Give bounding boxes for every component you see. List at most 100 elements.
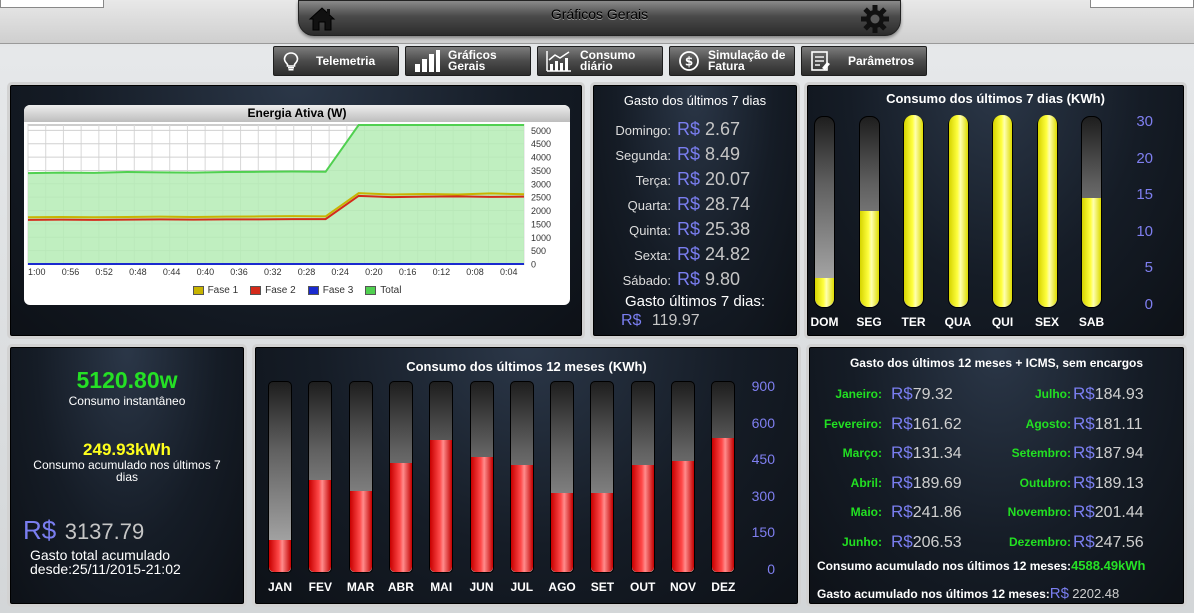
weekly-cost-day: Quarta: [627, 198, 671, 213]
weekly-consumption-category: QUI [991, 315, 1014, 329]
dollar-icon: $ [679, 51, 699, 71]
energy-chart-title: Energia Ativa (W) [24, 105, 570, 122]
weekly-consumption-bar-fill [815, 278, 834, 307]
weekly-cost-total: R$ 119.97 [621, 312, 700, 330]
monthly-consumption-category: NOV [669, 580, 696, 594]
monthly-consumption-category: JUN [469, 580, 494, 594]
monthly-consumption-bar-fill [269, 540, 291, 572]
monthly-consumption-bar [308, 381, 333, 573]
monthly-cost-month: Dezembro: [1008, 534, 1071, 549]
currency-symbol: R$ [1073, 472, 1095, 492]
currency-symbol: R$ [1073, 502, 1095, 521]
x-tick-label: 0:56 [62, 267, 80, 277]
monthly-cost-panel: Gasto dos últimos 12 meses + ICMS, sem e… [806, 344, 1187, 607]
weekly-cost-day: Quinta: [629, 223, 671, 238]
weekly-consumption-category: SEX [1034, 315, 1059, 329]
total-cost: R$ 3137.79 [23, 515, 144, 546]
nav-simulacao-button[interactable]: $ Simulação de Fatura [669, 46, 795, 76]
y-tick-label: 3000 [531, 179, 551, 189]
monthly-cost-value: R$189.13 [1073, 473, 1144, 493]
currency-symbol: R$ [1073, 531, 1095, 551]
monthly-consumption-axis-label: 450 [751, 451, 775, 467]
currency-symbol: R$ [677, 244, 701, 264]
monthly-consumption-bar-fill [430, 439, 453, 572]
legend-item-fase3[interactable]: Fase 3 [307, 285, 354, 296]
monthly-cost-amount: 181.11 [1094, 415, 1143, 433]
monthly-consumption-bar-fill [309, 480, 332, 572]
monthly-cost-amount: 247.56 [1094, 533, 1144, 551]
y-tick-label: 5000 [531, 126, 551, 136]
monthly-consumption-category: ABR [387, 580, 414, 594]
weekly-consumption-category: SAB [1078, 315, 1105, 329]
corner-box-right [1090, 0, 1194, 8]
x-tick-label: 0:52 [95, 267, 113, 277]
monthly-consumption-bar [429, 381, 454, 573]
currency-symbol: R$ [677, 219, 701, 239]
legend-label: Fase 3 [322, 285, 354, 296]
weekly-consumption-bar-fill [948, 115, 968, 307]
weekly-cost-amount: 20.07 [705, 169, 751, 189]
nav-telemetria-button[interactable]: Telemetria [273, 46, 399, 76]
weekly-consumption-axis-label: 0 [1144, 295, 1153, 313]
x-tick-label: 0:28 [298, 267, 316, 277]
x-tick-label: 0:48 [129, 267, 147, 277]
accum-consumption-value: 249.93kWh [83, 440, 171, 459]
weekly-consumption-bar [814, 116, 835, 308]
corner-box-left [0, 0, 104, 8]
monthly-consumption-category: MAI [430, 580, 453, 594]
weekly-consumption-bar-fill [859, 211, 879, 307]
legend-item-fase1[interactable]: Fase 1 [192, 285, 238, 296]
monthly-consumption-total-label: Consumo acumulado nos últimos 12 meses: [817, 559, 1072, 573]
monthly-consumption-bar [388, 381, 413, 573]
nav-consumo-button[interactable]: Consumo diário [537, 46, 663, 76]
checklist-icon [811, 51, 830, 71]
weekly-cost-value: R$ 8.49 [677, 144, 740, 165]
monthly-consumption-panel: Consumo dos últimos 12 meses (KWh) JAN FE… [252, 344, 801, 607]
weekly-cost-row: Sexta: R$ 24.82 [593, 244, 783, 268]
currency-symbol: R$ [677, 194, 701, 214]
currency-symbol: R$ [1073, 443, 1095, 462]
x-tick-label: 0:44 [163, 267, 181, 277]
monthly-consumption-bar [671, 381, 695, 573]
y-tick-label: 1000 [531, 233, 551, 243]
currency-symbol: R$ [1073, 384, 1095, 403]
y-tick-label: 0 [531, 260, 536, 270]
monthly-consumption-category: DEZ [711, 580, 736, 594]
legend-item-total[interactable]: Total [365, 285, 401, 296]
currency-symbol: R$ [621, 312, 642, 329]
x-tick-label: 1:00 [28, 267, 46, 277]
monthly-consumption-category: AGO [548, 580, 576, 594]
x-tick-label: 0:12 [433, 267, 451, 277]
weekly-consumption-axis-label: 20 [1136, 149, 1153, 167]
monthly-consumption-axis-label: 600 [751, 414, 775, 431]
weekly-cost-day: Sábado: [622, 273, 671, 288]
weekly-cost-panel: Gasto dos últimos 7 dias Domingo: R$ 2.67… [590, 82, 800, 339]
monthly-cost-total: Gasto acumulado nos últimos 12 meses:R$ … [817, 585, 1119, 602]
monthly-consumption-category: JAN [267, 580, 292, 594]
monthly-cost-month: Setembro: [1011, 446, 1071, 460]
monthly-consumption-total-value: 4588.49kWh [1071, 558, 1146, 573]
legend-item-fase2[interactable]: Fase 2 [250, 285, 296, 296]
weekly-consumption-category: DOM [810, 315, 839, 329]
monthly-cost-amount: 187.94 [1094, 445, 1144, 462]
energy-chart-plot: 0 500 1000 1500 2000 2500 3000 3500 4000 4500 5000… [27, 124, 551, 277]
monthly-consumption-total: Consumo acumulado nos últimos 12 meses:4… [817, 558, 1146, 573]
monthly-cost-amount: 201.44 [1094, 504, 1144, 521]
monthly-consumption-bar [711, 381, 736, 573]
total-cost-value: 3137.79 [64, 519, 145, 544]
nav-graficos-button[interactable]: Gráficos Gerais [405, 46, 531, 76]
weekly-consumption-bar [1081, 116, 1102, 308]
x-tick-label: 0:20 [365, 267, 383, 277]
gear-icon[interactable] [860, 4, 890, 34]
weekly-cost-amount: 8.49 [705, 144, 741, 164]
weekly-cost-row: Sábado: R$ 9.80 [593, 269, 783, 293]
monthly-consumption-bar [348, 381, 373, 573]
nav-label: Telemetria [316, 53, 376, 68]
monthly-consumption-axis-label: 150 [751, 524, 775, 540]
monthly-consumption-bar [630, 381, 655, 573]
weekly-consumption-bar [1036, 115, 1058, 308]
monthly-cost-total-label: Gasto acumulado nos últimos 12 meses: [817, 587, 1050, 601]
nav-parametros-button[interactable]: Parâmetros [801, 46, 927, 76]
weekly-consumption-bar [858, 116, 880, 308]
weekly-consumption-bar [992, 115, 1013, 308]
